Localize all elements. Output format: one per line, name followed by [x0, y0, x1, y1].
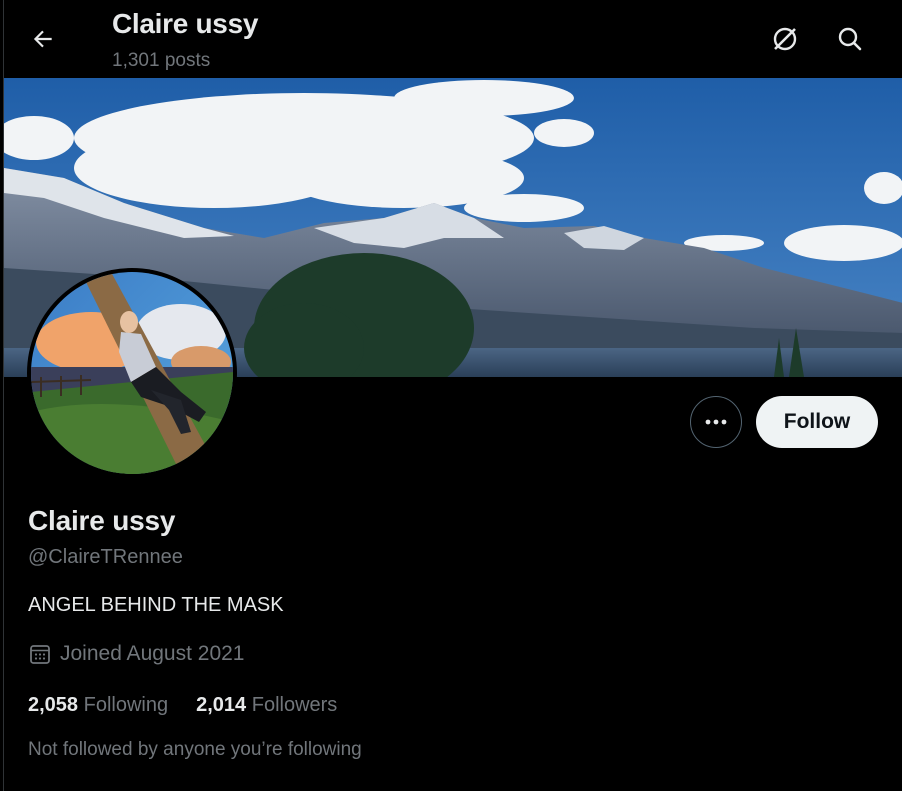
following-count: 2,058: [28, 694, 79, 716]
search-button[interactable]: [829, 18, 871, 60]
profile-header: Claire ussy 1,301 posts: [4, 0, 902, 78]
more-options-button[interactable]: [690, 396, 742, 448]
profile-avatar[interactable]: [27, 268, 237, 478]
follow-button[interactable]: Follow: [756, 396, 878, 448]
display-name: Claire ussy: [28, 505, 176, 536]
post-count: 1,301 posts: [112, 50, 211, 71]
profile-page: Claire ussy 1,301 posts Follow Claire us…: [3, 0, 902, 791]
user-handle: @ClaireTRennee: [28, 546, 183, 568]
joined-text: Joined August 2021: [60, 642, 245, 665]
profile-bio: ANGEL BEHIND THE MASK: [28, 594, 284, 616]
grok-button[interactable]: [764, 18, 806, 60]
follow-stats: 2,058 Following 2,014 Followers: [28, 694, 365, 717]
search-icon: [838, 27, 862, 51]
followed-by-text: Not followed by anyone you’re following: [28, 739, 362, 760]
header-title: Claire ussy: [112, 8, 259, 39]
joined-date: Joined August 2021: [28, 642, 245, 666]
calendar-icon: [30, 645, 50, 664]
followers-link[interactable]: 2,014 Followers: [196, 694, 337, 717]
following-label: Following: [83, 694, 169, 716]
followers-count: 2,014: [196, 694, 247, 716]
arrow-left-icon: [33, 30, 52, 48]
grok-icon: [773, 27, 797, 51]
back-button[interactable]: [24, 20, 62, 58]
more-dots-icon: [705, 419, 727, 425]
following-link[interactable]: 2,058 Following: [28, 694, 168, 717]
followers-label: Followers: [251, 694, 338, 716]
